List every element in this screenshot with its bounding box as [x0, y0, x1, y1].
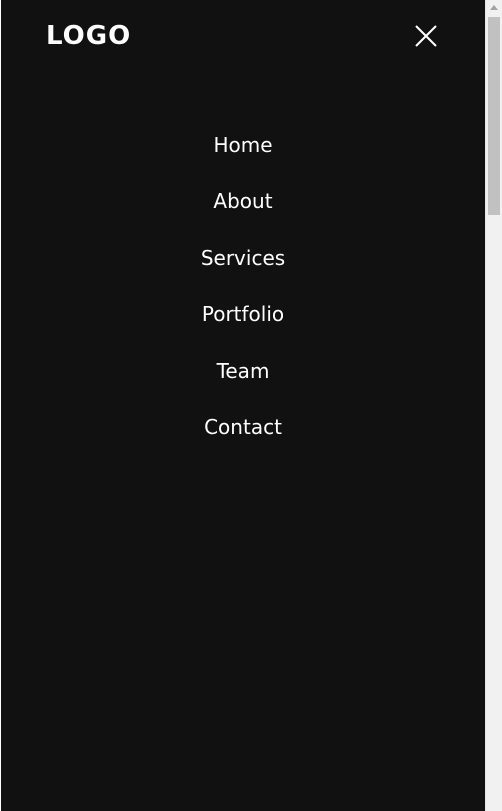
mobile-menu-overlay: LOGO Home About Services Portfolio Team: [1, 0, 485, 811]
nav-link-home[interactable]: Home: [213, 126, 272, 164]
main-nav: Home About Services Portfolio Team Conta…: [1, 126, 485, 464]
nav-item-contact: Contact: [1, 408, 485, 464]
close-menu-button[interactable]: [411, 21, 441, 51]
nav-item-home: Home: [1, 126, 485, 182]
vertical-scrollbar[interactable]: [485, 0, 502, 811]
nav-link-services[interactable]: Services: [201, 239, 285, 277]
logo[interactable]: LOGO: [46, 20, 131, 52]
nav-link-contact[interactable]: Contact: [204, 408, 282, 446]
close-icon: [415, 25, 437, 47]
nav-link-about[interactable]: About: [213, 182, 272, 220]
scrollbar-thumb[interactable]: [488, 17, 500, 215]
nav-link-portfolio[interactable]: Portfolio: [202, 295, 284, 333]
page: LOGO Home About Services Portfolio Team: [0, 0, 502, 811]
scroll-up-arrow-icon[interactable]: [490, 5, 498, 10]
nav-item-team: Team: [1, 352, 485, 408]
nav-link-team[interactable]: Team: [217, 352, 270, 390]
nav-item-about: About: [1, 182, 485, 238]
nav-item-services: Services: [1, 239, 485, 295]
nav-item-portfolio: Portfolio: [1, 295, 485, 351]
